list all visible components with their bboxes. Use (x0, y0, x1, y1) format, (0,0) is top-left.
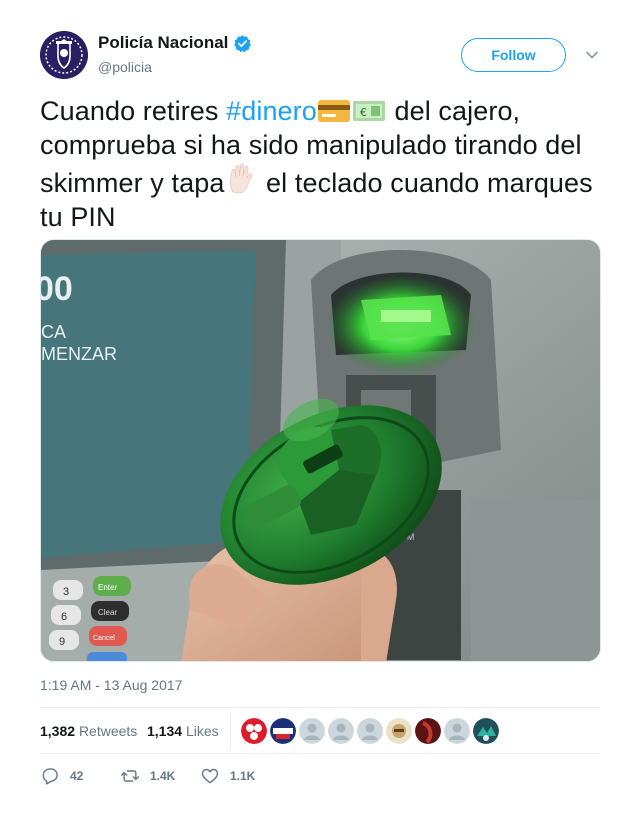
reply-count: 42 (70, 769, 84, 783)
reply-action[interactable]: 42 (40, 766, 83, 786)
liker-avatar[interactable] (270, 718, 296, 744)
credit-card-emoji (317, 100, 350, 122)
atm-screen-line-2: CA (41, 322, 66, 342)
liker-avatar[interactable] (473, 718, 499, 744)
key-enter: Enter (98, 583, 117, 592)
retweet-action[interactable]: 1.4K (120, 766, 175, 786)
tweet-photo[interactable]: 00 CA MENZAR 3 Enter 6 Clear 9 Cancel (40, 239, 601, 662)
retweet-count: 1.4K (150, 769, 176, 783)
liker-avatar[interactable] (386, 718, 412, 744)
key-6: 6 (61, 611, 67, 623)
key-3: 3 (63, 586, 69, 598)
liker-avatar[interactable] (328, 718, 354, 744)
author-avatar[interactable] (40, 31, 88, 79)
tweet-timestamp[interactable]: 1:19 AM - 13 Aug 2017 (40, 677, 182, 693)
chevron-down-icon[interactable] (585, 48, 599, 62)
likes-count: 1,134 (147, 723, 183, 739)
like-action[interactable]: 1.1K (200, 766, 255, 786)
tweet-actions: 42 1.4K 1.1K (40, 764, 600, 788)
stats-divider (230, 712, 231, 750)
heart-icon (201, 768, 219, 784)
tweet-header: Policía Nacional @policia Follow (40, 30, 600, 82)
follow-button[interactable]: Follow (461, 38, 566, 72)
liker-avatar[interactable] (241, 718, 267, 744)
liker-avatar[interactable] (299, 718, 325, 744)
retweets-count: 1,382 (40, 723, 76, 739)
policia-nacional-badge-icon (40, 31, 88, 79)
likers-avatar-list (241, 718, 499, 744)
tweet-text: Cuando retires #dinero € del cajero, comp… (40, 94, 600, 234)
verified-badge-icon (234, 34, 252, 52)
hashtag-link[interactable]: #dinero (226, 96, 317, 126)
raised-hand-emoji (230, 163, 253, 194)
author-handle[interactable]: @policia (98, 59, 152, 75)
svg-text:€: € (360, 106, 367, 119)
like-count: 1.1K (230, 769, 256, 783)
atm-skimmer-photo: 00 CA MENZAR 3 Enter 6 Clear 9 Cancel (41, 240, 600, 661)
atm-screen-line-3: MENZAR (41, 344, 117, 364)
euro-banknote-emoji: € (352, 101, 385, 121)
tweet-text-start: Cuando retires (40, 96, 227, 126)
reply-icon (42, 768, 58, 785)
likes-label: Likes (185, 723, 219, 739)
liker-avatar[interactable] (357, 718, 383, 744)
liker-avatar[interactable] (444, 718, 470, 744)
key-clear: Clear (98, 608, 117, 617)
key-cancel: Cancel (93, 635, 115, 642)
retweets-label: Retweets (78, 723, 138, 739)
atm-screen-line-1: 00 (41, 270, 73, 308)
retweet-icon (120, 770, 140, 782)
key-9: 9 (59, 636, 65, 648)
likes-stat[interactable]: 1,134 Likes (147, 723, 219, 739)
author-display-name[interactable]: Policía Nacional (98, 33, 228, 53)
retweets-stat[interactable]: 1,382 Retweets (40, 723, 137, 739)
tweet-stats: 1,382 Retweets 1,134 Likes (40, 707, 600, 754)
liker-avatar[interactable] (415, 718, 441, 744)
